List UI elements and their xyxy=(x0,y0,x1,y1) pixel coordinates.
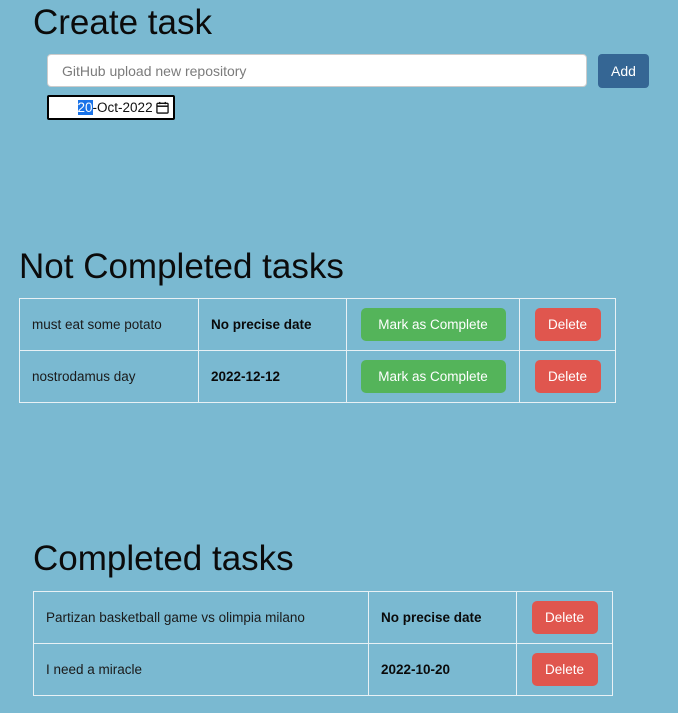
mark-as-complete-button[interactable]: Mark as Complete xyxy=(360,308,506,341)
delete-cell: Delete xyxy=(516,643,613,696)
delete-cell: Delete xyxy=(519,298,616,351)
create-task-form: Add 20-Oct-2022 xyxy=(47,54,657,120)
task-title-cell: Partizan basketball game vs olimpia mila… xyxy=(33,591,369,644)
delete-task-button[interactable]: Delete xyxy=(534,308,601,341)
task-title-cell: nostrodamus day xyxy=(19,350,199,403)
table-row: Partizan basketball game vs olimpia mila… xyxy=(33,591,613,644)
date-segment-day-selected[interactable]: 20 xyxy=(77,100,93,115)
mark-as-complete-button[interactable]: Mark as Complete xyxy=(360,360,506,393)
date-segment-rest[interactable]: -Oct-2022 xyxy=(93,100,153,115)
task-date-cell: No precise date xyxy=(198,298,347,351)
section-title-completed: Completed tasks xyxy=(33,539,294,578)
table-row: nostrodamus day 2022-12-12 Mark as Compl… xyxy=(19,350,616,403)
delete-cell: Delete xyxy=(516,591,613,644)
task-title-input[interactable] xyxy=(47,54,587,87)
task-date-cell: 2022-12-12 xyxy=(198,350,347,403)
mark-complete-cell: Mark as Complete xyxy=(346,298,520,351)
task-date-cell: No precise date xyxy=(368,591,517,644)
delete-task-button[interactable]: Delete xyxy=(531,653,598,686)
add-task-button[interactable]: Add xyxy=(598,54,649,88)
page-title-create-task: Create task xyxy=(33,3,212,42)
table-row: I need a miracle 2022-10-20 Delete xyxy=(33,643,613,696)
completed-tasks-table: Partizan basketball game vs olimpia mila… xyxy=(33,591,613,696)
delete-cell: Delete xyxy=(519,350,616,403)
not-completed-tasks-table: must eat some potato No precise date Mar… xyxy=(19,298,616,403)
date-segment-day: 20-Oct-2022 xyxy=(55,85,153,130)
task-date-cell: 2022-10-20 xyxy=(368,643,517,696)
create-task-input-row: Add xyxy=(47,54,657,88)
section-title-not-completed: Not Completed tasks xyxy=(19,247,344,286)
calendar-icon[interactable] xyxy=(156,101,169,114)
task-title-cell: must eat some potato xyxy=(19,298,199,351)
delete-task-button[interactable]: Delete xyxy=(531,601,598,634)
delete-task-button[interactable]: Delete xyxy=(534,360,601,393)
task-date-input[interactable]: 20-Oct-2022 xyxy=(47,95,175,120)
table-row: must eat some potato No precise date Mar… xyxy=(19,298,616,351)
task-title-cell: I need a miracle xyxy=(33,643,369,696)
mark-complete-cell: Mark as Complete xyxy=(346,350,520,403)
